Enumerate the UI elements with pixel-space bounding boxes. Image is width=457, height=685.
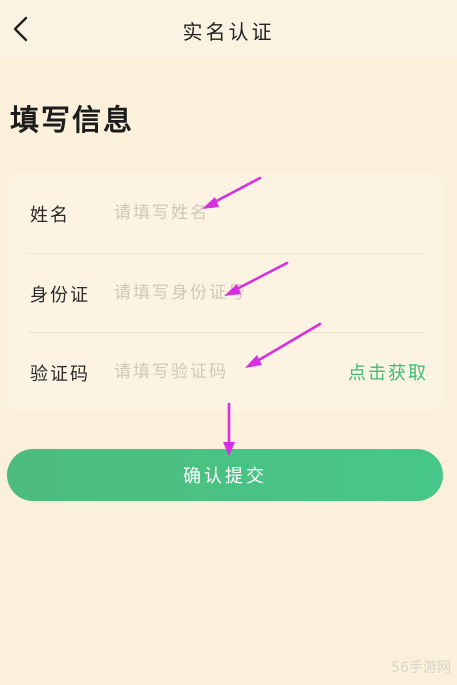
form-row-id-card: 身份证: [28, 253, 424, 333]
form-row-name: 姓名: [28, 174, 424, 253]
top-bar: 实名认证: [0, 0, 457, 58]
code-label: 验证码: [30, 364, 90, 385]
name-label: 姓名: [30, 205, 70, 226]
form-card: 姓名 身份证 验证码 点击获取: [8, 174, 442, 411]
get-code-button[interactable]: 点击获取: [348, 359, 428, 385]
page-title: 实名认证: [182, 20, 275, 44]
section-title: 填写信息: [10, 103, 135, 137]
code-input[interactable]: [114, 355, 314, 389]
form-row-code: 验证码 点击获取: [28, 332, 426, 412]
name-input[interactable]: [114, 196, 314, 230]
id-card-input[interactable]: [114, 276, 314, 310]
watermark: 56手游网: [391, 660, 451, 676]
submit-button[interactable]: 确认提交: [7, 449, 443, 501]
id-card-label: 身份证: [30, 285, 90, 306]
